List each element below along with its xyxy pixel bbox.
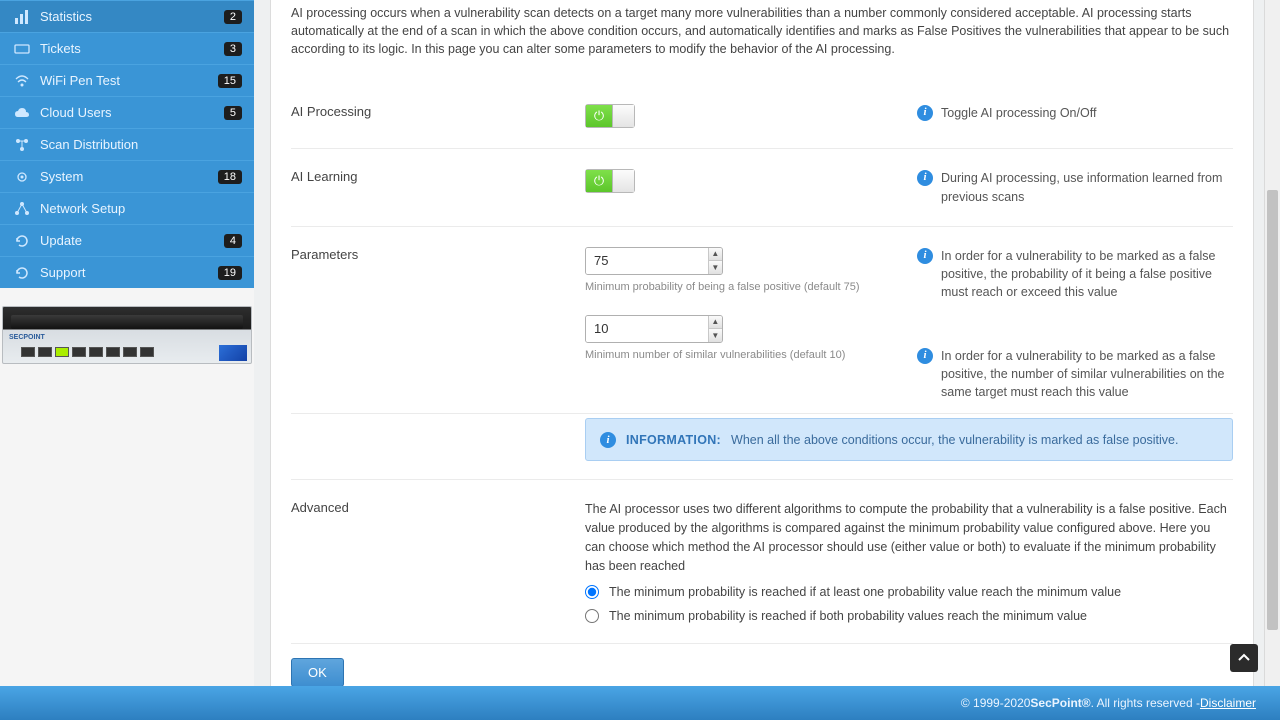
sidebar-item-statistics[interactable]: Statistics 2 bbox=[0, 0, 254, 32]
sidebar-item-label: Tickets bbox=[40, 41, 81, 56]
cloud-icon bbox=[14, 105, 30, 121]
ok-button[interactable]: OK bbox=[291, 658, 344, 687]
step-down-icon[interactable]: ▼ bbox=[709, 329, 722, 342]
distribution-icon bbox=[14, 137, 30, 153]
gear-icon bbox=[14, 169, 30, 185]
scrollbar-thumb[interactable] bbox=[1267, 190, 1278, 630]
badge: 4 bbox=[224, 234, 242, 248]
info-banner: i INFORMATION: When all the above condit… bbox=[585, 418, 1233, 461]
wifi-icon bbox=[14, 73, 30, 89]
banner-text: When all the above conditions occur, the… bbox=[731, 433, 1178, 447]
hint-min-similar: Minimum number of similar vulnerabilitie… bbox=[585, 349, 917, 361]
footer-disclaimer-link[interactable]: Disclaimer bbox=[1200, 696, 1256, 710]
sidebar: Statistics 2 Tickets 3 WiFi Pen Test 15 bbox=[0, 0, 254, 720]
label-parameters: Parameters bbox=[291, 247, 585, 402]
scroll-to-top-button[interactable] bbox=[1230, 644, 1258, 672]
intro-text: AI processing occurs when a vulnerabilit… bbox=[291, 4, 1233, 58]
refresh-icon bbox=[14, 233, 30, 249]
radio-label: The minimum probability is reached if at… bbox=[609, 585, 1121, 599]
radio-at-least-one[interactable]: The minimum probability is reached if at… bbox=[585, 585, 1233, 599]
badge: 2 bbox=[224, 10, 242, 24]
sidebar-item-label: System bbox=[40, 169, 83, 184]
radio-input[interactable] bbox=[585, 609, 599, 623]
sidebar-item-label: Scan Distribution bbox=[40, 137, 138, 152]
min-probability-input[interactable]: ▲ ▼ bbox=[585, 247, 723, 275]
footer-rights: . All rights reserved - bbox=[1091, 696, 1200, 710]
row-ai-learning: AI Learning i During AI processing, use … bbox=[291, 149, 1233, 226]
sidebar-item-label: WiFi Pen Test bbox=[40, 73, 120, 88]
sidebar-item-update[interactable]: Update 4 bbox=[0, 224, 254, 256]
help-text: In order for a vulnerability to be marke… bbox=[941, 347, 1233, 401]
label-ai-processing: AI Processing bbox=[291, 104, 585, 128]
sidebar-item-wifi-pen-test[interactable]: WiFi Pen Test 15 bbox=[0, 64, 254, 96]
sidebar-item-tickets[interactable]: Tickets 3 bbox=[0, 32, 254, 64]
info-icon: i bbox=[600, 432, 616, 448]
radio-label: The minimum probability is reached if bo… bbox=[609, 609, 1087, 623]
footer-brand: SecPoint® bbox=[1030, 696, 1090, 710]
badge: 19 bbox=[218, 266, 242, 280]
step-up-icon[interactable]: ▲ bbox=[709, 316, 722, 330]
footer: © 1999-2020 SecPoint® . All rights reser… bbox=[0, 686, 1280, 720]
step-up-icon[interactable]: ▲ bbox=[709, 248, 722, 262]
help-text: During AI processing, use information le… bbox=[941, 169, 1233, 205]
badge: 5 bbox=[224, 106, 242, 120]
sidebar-item-label: Network Setup bbox=[40, 201, 125, 216]
info-icon: i bbox=[917, 248, 933, 264]
toggle-ai-processing[interactable] bbox=[585, 104, 635, 128]
sidebar-item-label: Statistics bbox=[40, 9, 92, 24]
device-image: SECPOINT bbox=[2, 306, 252, 364]
banner-label: INFORMATION: bbox=[626, 433, 721, 447]
label-ai-learning: AI Learning bbox=[291, 169, 585, 205]
sidebar-item-system[interactable]: System 18 bbox=[0, 160, 254, 192]
hint-min-probability: Minimum probability of being a false pos… bbox=[585, 281, 917, 293]
power-icon bbox=[586, 105, 613, 127]
label-advanced: Advanced bbox=[291, 500, 585, 623]
info-icon: i bbox=[917, 348, 933, 364]
badge: 18 bbox=[218, 170, 242, 184]
help-text: Toggle AI processing On/Off bbox=[941, 104, 1096, 122]
sidebar-nav: Statistics 2 Tickets 3 WiFi Pen Test 15 bbox=[0, 0, 254, 288]
min-similar-field[interactable] bbox=[586, 316, 708, 342]
help-text: In order for a vulnerability to be marke… bbox=[941, 247, 1233, 301]
row-parameters: Parameters ▲ ▼ Minimum probability of be… bbox=[291, 227, 1233, 415]
radio-both[interactable]: The minimum probability is reached if bo… bbox=[585, 609, 1233, 623]
support-icon bbox=[14, 265, 30, 281]
sidebar-item-label: Cloud Users bbox=[40, 105, 112, 120]
vertical-scrollbar[interactable] bbox=[1264, 0, 1280, 686]
step-down-icon[interactable]: ▼ bbox=[709, 261, 722, 274]
sidebar-item-network-setup[interactable]: Network Setup bbox=[0, 192, 254, 224]
radio-input[interactable] bbox=[585, 585, 599, 599]
badge: 15 bbox=[218, 74, 242, 88]
ticket-icon bbox=[14, 41, 30, 57]
min-probability-field[interactable] bbox=[586, 248, 708, 274]
main-content: AI processing occurs when a vulnerabilit… bbox=[270, 0, 1254, 720]
toggle-ai-learning[interactable] bbox=[585, 169, 635, 193]
sidebar-item-scan-distribution[interactable]: Scan Distribution bbox=[0, 128, 254, 160]
sidebar-item-label: Support bbox=[40, 265, 86, 280]
min-similar-input[interactable]: ▲ ▼ bbox=[585, 315, 723, 343]
advanced-desc: The AI processor uses two different algo… bbox=[585, 500, 1233, 575]
network-icon bbox=[14, 201, 30, 217]
info-icon: i bbox=[917, 170, 933, 186]
bars-icon bbox=[14, 9, 30, 25]
sidebar-item-support[interactable]: Support 19 bbox=[0, 256, 254, 288]
sidebar-item-label: Update bbox=[40, 233, 82, 248]
sidebar-item-cloud-users[interactable]: Cloud Users 5 bbox=[0, 96, 254, 128]
chevron-up-icon bbox=[1238, 652, 1250, 664]
info-icon: i bbox=[917, 105, 933, 121]
row-advanced: Advanced The AI processor uses two diffe… bbox=[291, 480, 1233, 644]
footer-copyright: © 1999-2020 bbox=[961, 696, 1031, 710]
row-ai-processing: AI Processing i Toggle AI processing On/… bbox=[291, 84, 1233, 149]
power-icon bbox=[586, 170, 613, 192]
badge: 3 bbox=[224, 42, 242, 56]
